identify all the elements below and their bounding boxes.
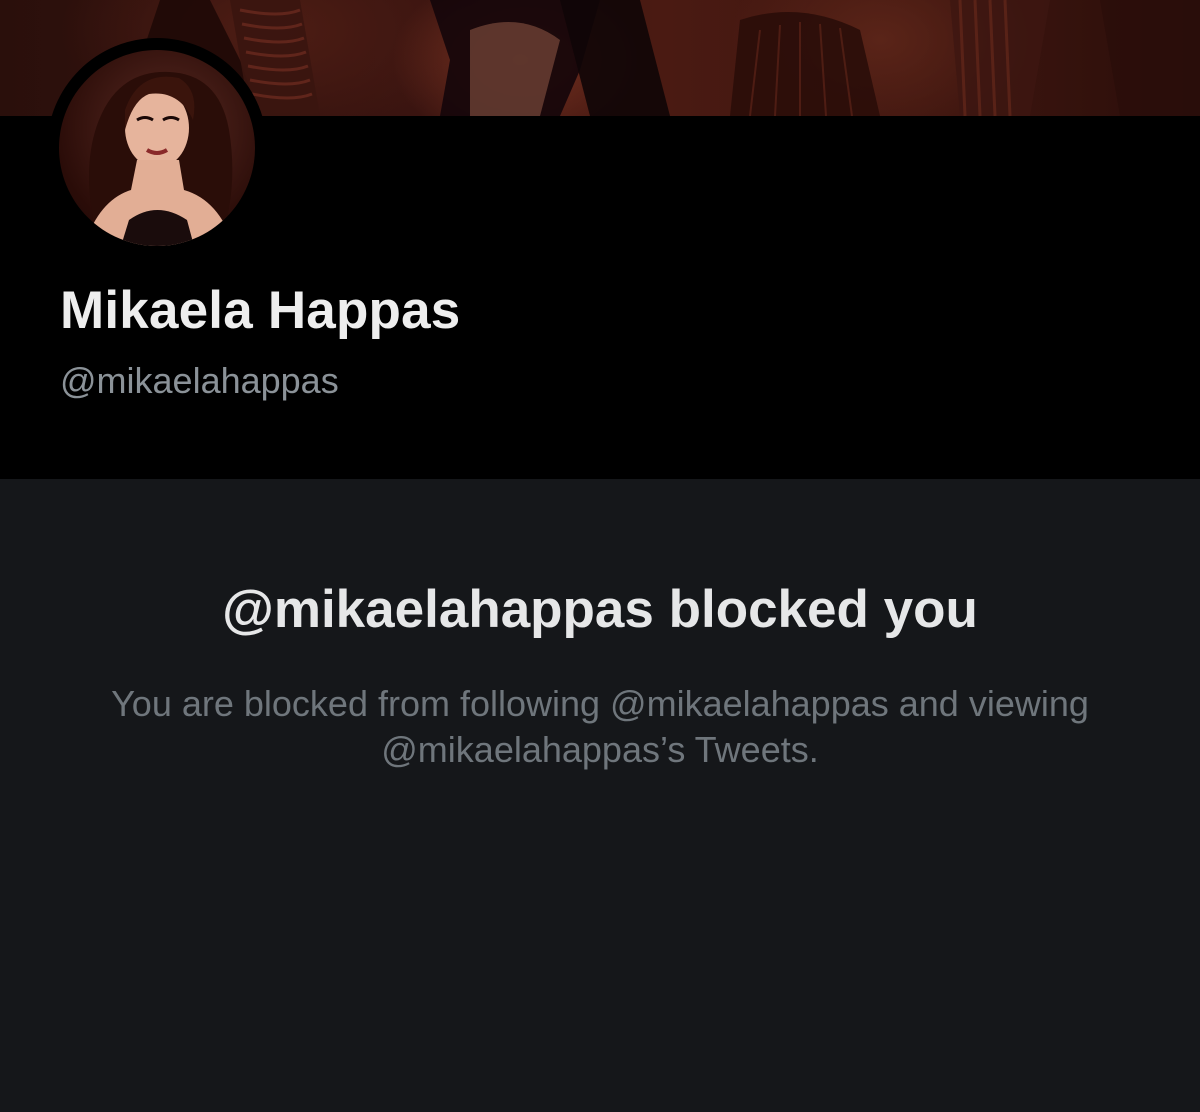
- avatar-portrait-art: [84, 71, 234, 246]
- profile-header: Mikaela Happas @mikaelahappas: [0, 38, 1200, 479]
- display-name: Mikaela Happas: [60, 281, 461, 340]
- username-handle: @mikaelahappas: [60, 360, 339, 401]
- blocked-message: You are blocked from following @mikaelah…: [111, 683, 1089, 770]
- profile-page: Mikaela Happas @mikaelahappas @mikaelaha…: [0, 0, 1200, 1112]
- blocked-title: @mikaelahappas blocked you: [222, 580, 978, 639]
- avatar[interactable]: [59, 50, 255, 246]
- avatar-ring: [47, 38, 267, 258]
- blocked-notice-panel: @mikaelahappas blocked you You are block…: [0, 479, 1200, 1112]
